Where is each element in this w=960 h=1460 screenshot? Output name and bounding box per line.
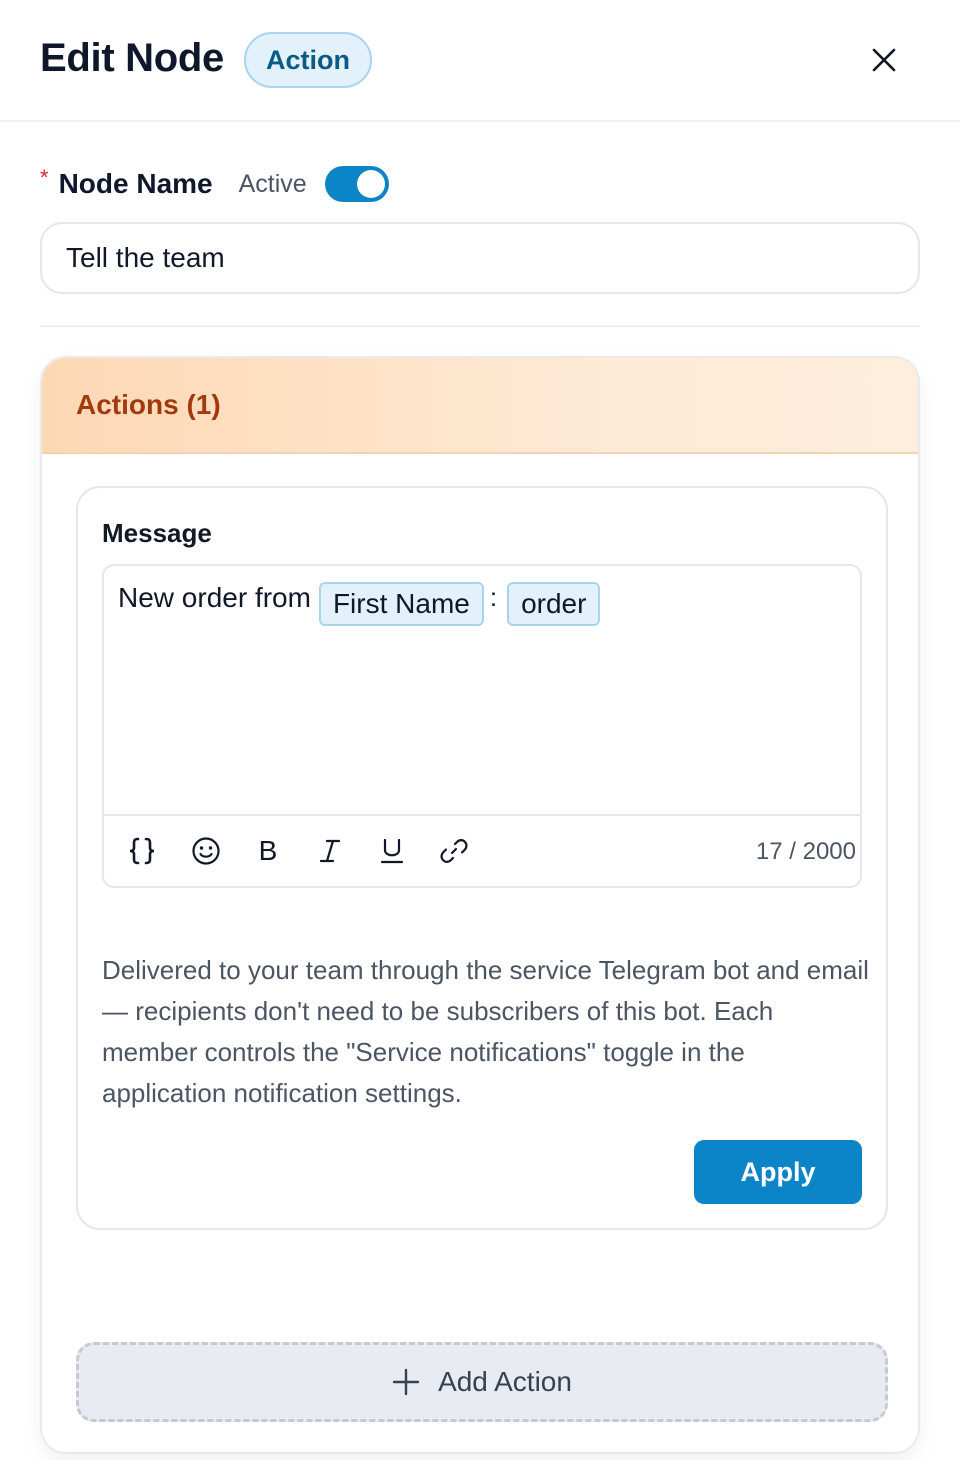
variables-icon	[129, 837, 155, 865]
italic-button[interactable]	[312, 833, 348, 869]
page-title: Edit Node	[40, 36, 224, 80]
variable-chip-first-name[interactable]: First Name	[318, 582, 484, 626]
delivery-help-text: Delivered to your team through the servi…	[102, 955, 869, 1108]
underline-icon	[380, 838, 404, 864]
message-editor[interactable]: New order from First Name : order B 17 /…	[102, 564, 862, 888]
node-name-label: Node Name	[58, 168, 213, 199]
toggle-knob	[356, 170, 385, 198]
message-label: Message	[102, 518, 212, 548]
link-button[interactable]	[436, 833, 472, 869]
message-action-card: Message New order from First Name : orde…	[76, 486, 888, 1230]
message-content[interactable]: New order from First Name : order	[118, 580, 601, 626]
node-name-label-row: * Node Name Active	[40, 164, 389, 204]
editor-toolbar: B 17 / 2000	[104, 814, 860, 886]
actions-header[interactable]: Actions (1)	[42, 358, 918, 454]
bold-button[interactable]: B	[250, 833, 286, 869]
bold-icon: B	[258, 835, 278, 866]
actions-title: Actions (1)	[76, 389, 221, 420]
actions-section: Actions (1) Message New order from First…	[40, 356, 920, 1454]
add-action-label: Add Action	[438, 1366, 572, 1397]
plus-icon	[392, 1368, 420, 1396]
active-toggle[interactable]	[324, 166, 389, 202]
variable-chip-order[interactable]: order	[507, 582, 601, 626]
close-button[interactable]	[864, 40, 904, 80]
apply-button[interactable]: Apply	[694, 1140, 862, 1204]
node-name-input[interactable]	[40, 222, 920, 294]
message-separator: :	[489, 582, 498, 612]
required-asterisk: *	[40, 165, 49, 190]
panel-header: Edit Node Action	[0, 0, 960, 122]
section-divider	[40, 325, 920, 327]
node-type-badge: Action	[244, 32, 372, 88]
add-action-button[interactable]: Add Action	[76, 1342, 888, 1422]
insert-variable-button[interactable]	[124, 833, 160, 869]
emoji-button[interactable]	[188, 833, 224, 869]
italic-icon	[319, 839, 341, 863]
message-text: New order from	[118, 582, 311, 613]
character-count: 17 / 2000	[755, 838, 856, 865]
link-icon	[440, 839, 468, 863]
emoji-icon	[192, 837, 220, 865]
active-label: Active	[238, 169, 307, 198]
close-icon	[872, 48, 896, 72]
underline-button[interactable]	[374, 833, 410, 869]
